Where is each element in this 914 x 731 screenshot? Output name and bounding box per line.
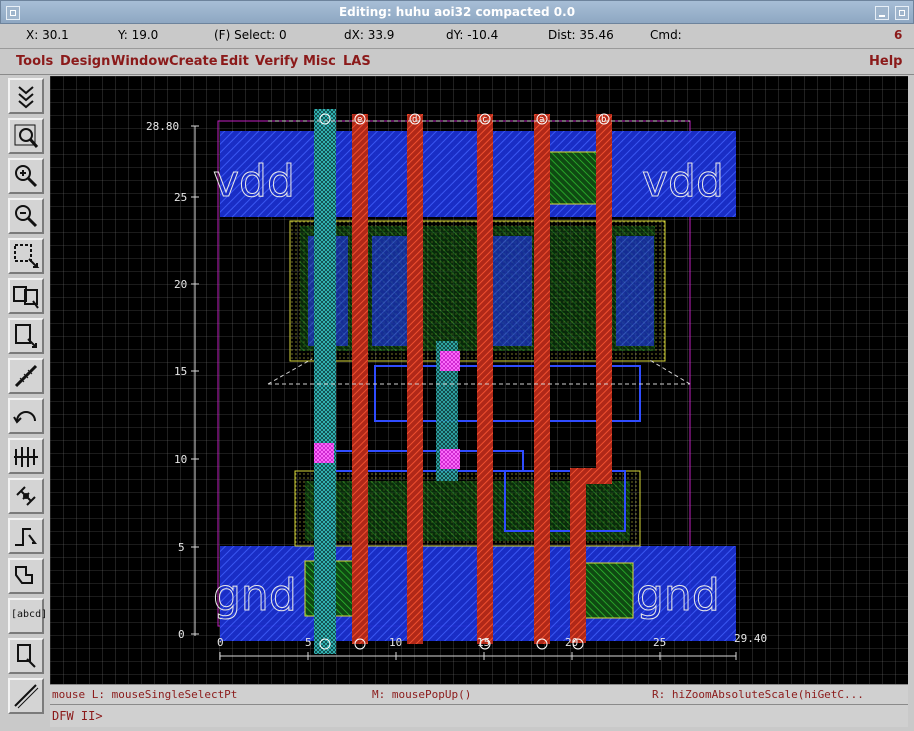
cursor-x: X: 30.1: [26, 28, 69, 42]
redraw-button[interactable]: [8, 78, 44, 114]
window-number: 6: [894, 28, 903, 42]
zoom-fit-icon: [14, 124, 39, 148]
wire-button[interactable]: [8, 678, 44, 714]
cursor-y: Y: 19.0: [118, 28, 159, 42]
wire-icon: [14, 684, 39, 709]
poly-contact-3: [440, 449, 460, 469]
vdd-label-right: vdd: [642, 156, 724, 207]
pin-label-b: b: [601, 115, 606, 125]
polygon-button[interactable]: [8, 558, 44, 594]
poly-contact-2: [314, 443, 334, 463]
pmos-contact-2: [372, 236, 412, 346]
mouse-right-binding: R: hiZoomAbsoluteScale(hiGetC...: [652, 688, 864, 701]
select-box-button[interactable]: [8, 318, 44, 354]
y-tick-25: 25: [174, 191, 187, 204]
x-tick-5: 5: [305, 636, 312, 649]
menu-verify[interactable]: Verify: [255, 54, 298, 69]
y-tick-28.80: 28.80: [146, 120, 179, 133]
mouse-middle-binding: M: mousePopUp(): [372, 688, 472, 701]
pin-label-d: d: [412, 115, 417, 125]
vdd-label-left: vdd: [213, 156, 295, 207]
menu-bar: Tools Design Window Create Edit Verify M…: [0, 49, 914, 75]
menu-help[interactable]: Help: [869, 54, 902, 69]
menu-create[interactable]: Create: [169, 54, 218, 69]
menu-edit[interactable]: Edit: [220, 54, 249, 69]
input-wire-cyan: [314, 109, 336, 654]
y-tick-20: 20: [174, 278, 187, 291]
select-count: (F) Select: 0: [214, 28, 287, 42]
vdd-contact: [545, 151, 599, 205]
ruler-button[interactable]: [8, 358, 44, 394]
menu-misc[interactable]: Misc: [303, 54, 336, 69]
zoom-fit-button[interactable]: [8, 118, 44, 154]
x-tick-29.40: 29.40: [734, 632, 767, 645]
y-tick-5: 5: [178, 541, 185, 554]
x-tick-20: 20: [565, 636, 578, 649]
satellite-button[interactable]: [8, 478, 44, 514]
pointer-button[interactable]: [8, 638, 44, 674]
zoom-in-button[interactable]: [8, 158, 44, 194]
title-bar: Editing: huhu aoi32 compacted 0.0: [0, 0, 914, 24]
tool-palette: [abcd]: [0, 76, 50, 731]
ruler-icon: [14, 364, 38, 388]
mouse-binding-bar: mouse L: mouseSingleSelectPt M: mousePop…: [50, 684, 908, 704]
path-icon: [15, 528, 37, 546]
distance: Dist: 35.46: [548, 28, 614, 42]
layout-drawing[interactable]: e d c a b vdd vdd gnd gnd 28.80 25 20 15…: [50, 76, 908, 684]
zoom-box-icon: [14, 244, 40, 268]
x-tick-10: 10: [389, 636, 402, 649]
stretch-button[interactable]: [8, 438, 44, 474]
zoom-in-icon: [15, 165, 38, 188]
maximize-button[interactable]: [895, 6, 909, 20]
menu-design[interactable]: Design: [60, 54, 110, 69]
x-tick-15: 15: [477, 636, 490, 649]
layout-canvas[interactable]: e d c a b vdd vdd gnd gnd 28.80 25 20 15…: [50, 76, 908, 684]
y-tick-0: 0: [178, 628, 185, 641]
polygon-icon: [15, 566, 33, 584]
pmos-contact-4: [616, 236, 654, 346]
pin-label-c: c: [482, 115, 487, 125]
command-prompt: DFW II>: [52, 709, 103, 723]
path-button[interactable]: [8, 518, 44, 554]
x-tick-25: 25: [653, 636, 666, 649]
delta-x: dX: 33.9: [344, 28, 395, 42]
mouse-left-binding: mouse L: mouseSingleSelectPt: [52, 688, 238, 701]
command-label: Cmd:: [650, 28, 682, 42]
y-tick-15: 15: [174, 365, 187, 378]
undo-icon: [13, 411, 36, 424]
zoom-out-icon: [15, 205, 38, 228]
gnd-label-left: gnd: [213, 570, 297, 621]
pin-label-a: a: [539, 115, 544, 125]
pin-label-e: e: [357, 115, 362, 125]
label-icon: [abcd]: [11, 609, 48, 620]
delta-y: dY: -10.4: [446, 28, 499, 42]
minimize-button[interactable]: [875, 6, 889, 20]
undo-button[interactable]: [8, 398, 44, 434]
window-title: Editing: huhu aoi32 compacted 0.0: [338, 5, 576, 19]
pan-icon: [13, 286, 39, 309]
zoom-box-button[interactable]: [8, 238, 44, 274]
x-tick-0: 0: [217, 636, 224, 649]
menu-tools[interactable]: Tools: [16, 54, 53, 69]
satellite-icon: [16, 486, 36, 506]
select-box-icon: [15, 324, 37, 348]
command-line[interactable]: DFW II>: [50, 704, 908, 727]
menu-window[interactable]: Window: [111, 54, 169, 69]
gnd-contact-right: [582, 562, 634, 619]
pointer-icon: [17, 644, 36, 668]
menu-las[interactable]: LAS: [343, 54, 371, 69]
pmos-contact-3: [492, 236, 532, 346]
poly-contact-1: [440, 351, 460, 371]
status-bar: X: 30.1 Y: 19.0 (F) Select: 0 dX: 33.9 d…: [0, 24, 914, 49]
stretch-icon: [14, 447, 38, 467]
zoom-out-button[interactable]: [8, 198, 44, 234]
gnd-label-right: gnd: [636, 570, 720, 621]
pan-button[interactable]: [8, 278, 44, 314]
y-tick-10: 10: [174, 453, 187, 466]
redraw-icon: [18, 86, 34, 109]
label-button[interactable]: [abcd]: [8, 598, 48, 634]
